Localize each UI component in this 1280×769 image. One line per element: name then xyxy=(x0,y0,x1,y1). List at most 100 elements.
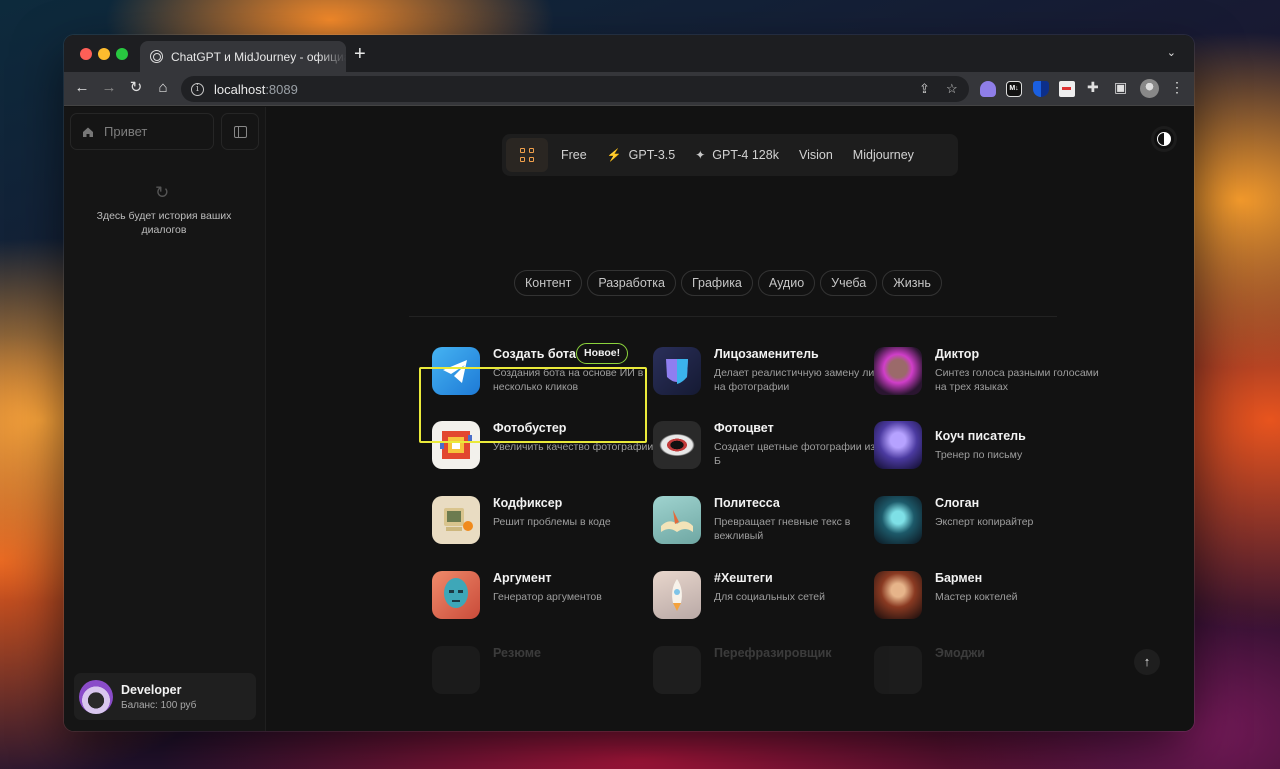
bot-title: Резюме xyxy=(493,646,541,660)
ghost-extension-icon[interactable] xyxy=(980,81,996,97)
bot-card-bartender[interactable]: Бармен Мастер коктелей xyxy=(860,559,1080,631)
maximize-window-button[interactable] xyxy=(116,48,128,60)
tab-search-button[interactable]: ⌄ xyxy=(1167,46,1176,59)
document-extension-icon[interactable] xyxy=(1059,81,1075,97)
bot-description: Тренер по письму xyxy=(935,449,1023,461)
divider xyxy=(409,316,1057,317)
m4-extension-icon[interactable]: M↓ xyxy=(1006,81,1022,97)
model-tab-gpt4[interactable]: ✦ GPT-4 128k xyxy=(695,148,779,162)
bot-title: Политесса xyxy=(714,496,780,510)
bot-title: Слоган xyxy=(935,496,980,510)
home-nav-label: Привет xyxy=(104,124,148,139)
all-models-grid-button[interactable] xyxy=(506,138,548,172)
bot-title: #Хештеги xyxy=(714,571,773,585)
extensions-puzzle-icon[interactable]: ✚ xyxy=(1087,79,1099,96)
new-badge: Новое! xyxy=(576,343,629,364)
eye-icon xyxy=(653,421,701,469)
app: Привет ↻ Здесь будет история ваших диало… xyxy=(64,107,1194,731)
retro-computer-icon xyxy=(432,496,480,544)
forward-button[interactable]: → xyxy=(98,77,120,99)
bot-title: Кодфиксер xyxy=(493,496,563,510)
home-icon xyxy=(83,127,93,137)
menu-kebab-icon[interactable]: ⋮ xyxy=(1170,79,1184,96)
browser-window: ChatGPT и MidJourney - официальный + ⌄ ←… xyxy=(64,35,1194,731)
sidebar: Привет ↻ Здесь будет история ваших диало… xyxy=(64,107,266,731)
bot-card-emoji[interactable]: Эмоджи xyxy=(860,634,1080,706)
url-text: localhost:8089 xyxy=(214,81,298,97)
mask-icon xyxy=(653,347,701,395)
scroll-to-top-button[interactable]: ↑ xyxy=(1134,649,1160,675)
address-bar[interactable]: i localhost:8089 ⇪ ☆ xyxy=(181,76,969,102)
sidebar-toggle-button[interactable] xyxy=(221,113,259,150)
bot-card-politeness[interactable]: Политесса Превращает гневные текс в вежл… xyxy=(639,484,859,556)
close-window-button[interactable] xyxy=(80,48,92,60)
bot-card-face-swap[interactable]: Лицозаменитель Делает реалистичную замен… xyxy=(639,335,886,407)
bot-title: Аргумент xyxy=(493,571,552,585)
bot-title: Коуч писатель xyxy=(935,429,1026,443)
highlight-frame xyxy=(419,367,647,443)
avatar xyxy=(79,679,113,714)
bot-title: Эмоджи xyxy=(935,646,985,660)
bot-title: Перефразировщик xyxy=(714,646,832,660)
magic-book-icon xyxy=(874,496,922,544)
tab-bar: ChatGPT и MidJourney - официальный + ⌄ xyxy=(64,35,1194,72)
home-nav-button[interactable]: Привет xyxy=(70,113,214,150)
bot-title: Лицозаменитель xyxy=(714,347,819,361)
main-content: Free ⚡ GPT-3.5 ✦ GPT-4 128k Vision Midjour… xyxy=(266,107,1194,731)
minimize-window-button[interactable] xyxy=(98,48,110,60)
open-book-icon xyxy=(653,496,701,544)
bookmark-star-icon[interactable]: ☆ xyxy=(946,81,958,97)
side-panel-icon[interactable]: ▣ xyxy=(1114,79,1127,96)
bot-description: Мастер коктелей xyxy=(935,591,1018,603)
bot-card-narrator[interactable]: Диктор Синтез голоса разными голосами на… xyxy=(860,335,1099,407)
shield-extension-icon[interactable] xyxy=(1033,81,1049,97)
bot-title: Создать бота xyxy=(493,347,576,361)
bot-card-resume[interactable]: Резюме xyxy=(418,634,638,706)
reload-button[interactable]: ↻ xyxy=(125,77,147,99)
sparkle-icon: ✦ xyxy=(695,148,706,162)
bot-title: Диктор xyxy=(935,347,980,361)
bot-card-photo-color[interactable]: Фотоцвет Создает цветные фотографии из Ч… xyxy=(639,409,888,481)
model-tab-vision[interactable]: Vision xyxy=(799,148,833,162)
profile-avatar[interactable] xyxy=(1140,79,1159,98)
resume-icon xyxy=(432,646,480,694)
home-button[interactable]: ⌂ xyxy=(152,77,174,99)
category-chip-life[interactable]: Жизнь xyxy=(882,270,942,296)
browser-toolbar: ← → ↻ ⌂ i localhost:8089 ⇪ ☆ M↓ ✚ ▣ ⋮ xyxy=(64,72,1194,106)
history-empty-text: Здесь будет история ваших диалогов xyxy=(96,210,232,236)
category-chip-graphics[interactable]: Графика xyxy=(680,270,753,296)
site-info-icon[interactable]: i xyxy=(191,82,204,96)
bot-card-paraphraser[interactable]: Перефразировщик xyxy=(639,634,859,706)
emoji-icon xyxy=(874,646,922,694)
back-button[interactable]: ← xyxy=(71,77,93,99)
user-name: Developer xyxy=(121,682,182,697)
model-tab-midjourney[interactable]: Midjourney xyxy=(853,148,914,162)
book-icon xyxy=(874,421,922,469)
bot-title: Фотоцвет xyxy=(714,421,774,435)
category-chip-audio[interactable]: Аудио xyxy=(757,270,816,296)
bot-description: Эксперт копирайтер xyxy=(935,516,1034,528)
category-chip-development[interactable]: Разработка xyxy=(587,270,676,296)
category-chip-study[interactable]: Учеба xyxy=(820,270,878,296)
bot-card-hashtags[interactable]: #Хештеги Для социальных сетей xyxy=(639,559,859,631)
bot-card-code-fixer[interactable]: Кодфиксер Решит проблемы в коде xyxy=(418,484,638,556)
statue-head-icon xyxy=(432,571,480,619)
bot-card-writing-coach[interactable]: Коуч писатель Тренер по письму xyxy=(860,409,1080,481)
share-icon[interactable]: ⇪ xyxy=(919,81,930,97)
model-tab-free[interactable]: Free xyxy=(561,148,587,162)
theme-toggle-icon[interactable] xyxy=(1154,129,1174,149)
bot-card-slogan[interactable]: Слоган Эксперт копирайтер xyxy=(860,484,1080,556)
model-tab-gpt35[interactable]: ⚡ GPT-3.5 xyxy=(607,148,676,162)
neon-face-icon xyxy=(874,347,922,395)
lightning-icon: ⚡ xyxy=(606,148,622,162)
user-balance: Баланс: 100 руб xyxy=(121,699,197,711)
user-card[interactable]: Developer Баланс: 100 руб xyxy=(74,673,256,720)
category-chip-content[interactable]: Контент xyxy=(514,270,583,296)
paraphrase-icon xyxy=(653,646,701,694)
new-tab-button[interactable]: + xyxy=(354,44,366,64)
browser-tab[interactable]: ChatGPT и MidJourney - официальный xyxy=(140,41,346,72)
bot-card-argument[interactable]: Аргумент Генератор аргументов xyxy=(418,559,638,631)
history-refresh-icon: ↻ xyxy=(155,183,170,202)
bartender-icon xyxy=(874,571,922,619)
category-filters: Контент Разработка Графика Аудио Учеба Ж… xyxy=(514,270,942,296)
